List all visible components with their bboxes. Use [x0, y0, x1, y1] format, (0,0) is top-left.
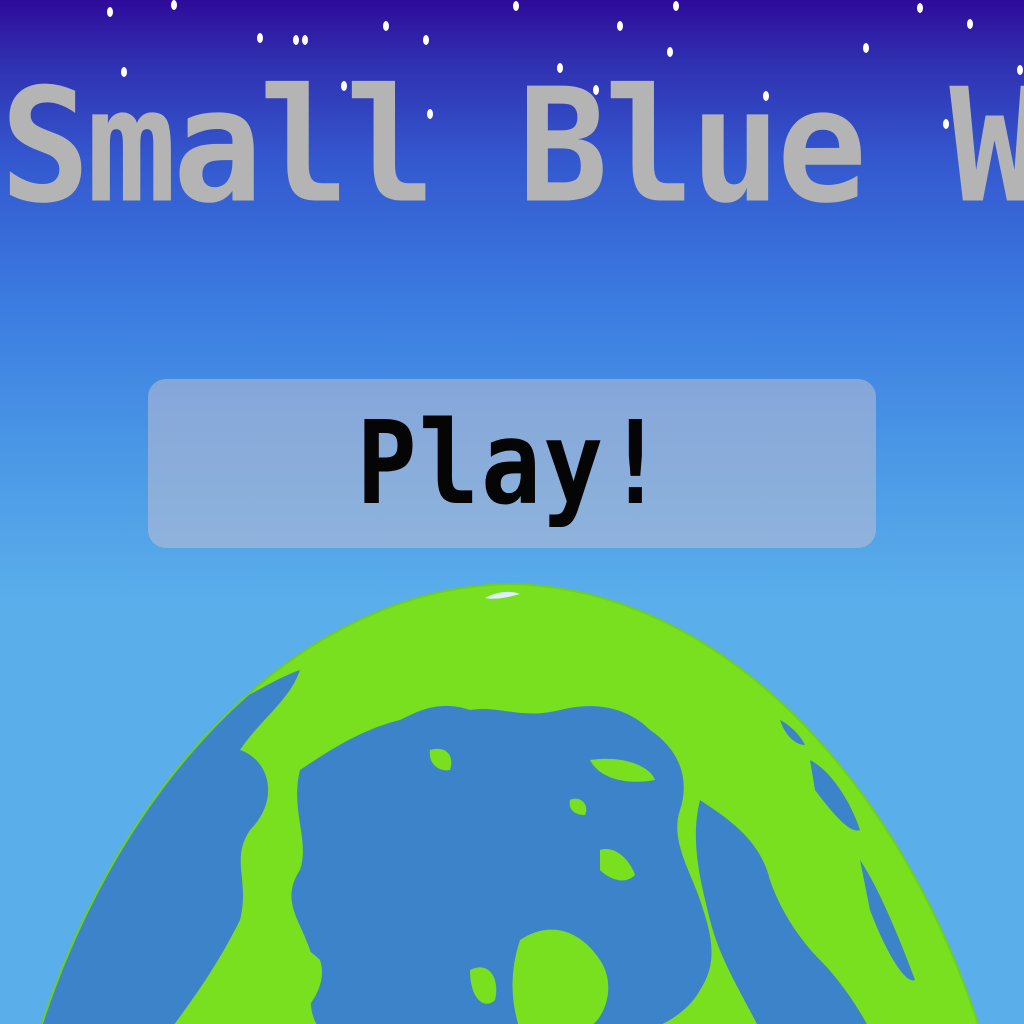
ocean-arctic	[291, 705, 712, 1024]
star	[302, 35, 308, 45]
star	[917, 3, 923, 13]
star	[107, 7, 113, 17]
earth-globe-icon	[40, 582, 980, 1024]
play-button-label: Play!	[356, 396, 668, 531]
star	[513, 1, 519, 11]
star	[257, 33, 263, 43]
game-title: Small Blue World	[0, 55, 1024, 239]
title-screen: Small Blue World Play!	[0, 0, 1024, 1024]
star	[617, 21, 623, 31]
star	[863, 43, 869, 53]
star	[673, 1, 679, 11]
star	[383, 21, 389, 31]
star	[423, 35, 429, 45]
star	[293, 35, 299, 45]
play-button[interactable]: Play!	[148, 379, 876, 548]
star	[967, 19, 973, 29]
star	[171, 0, 177, 10]
